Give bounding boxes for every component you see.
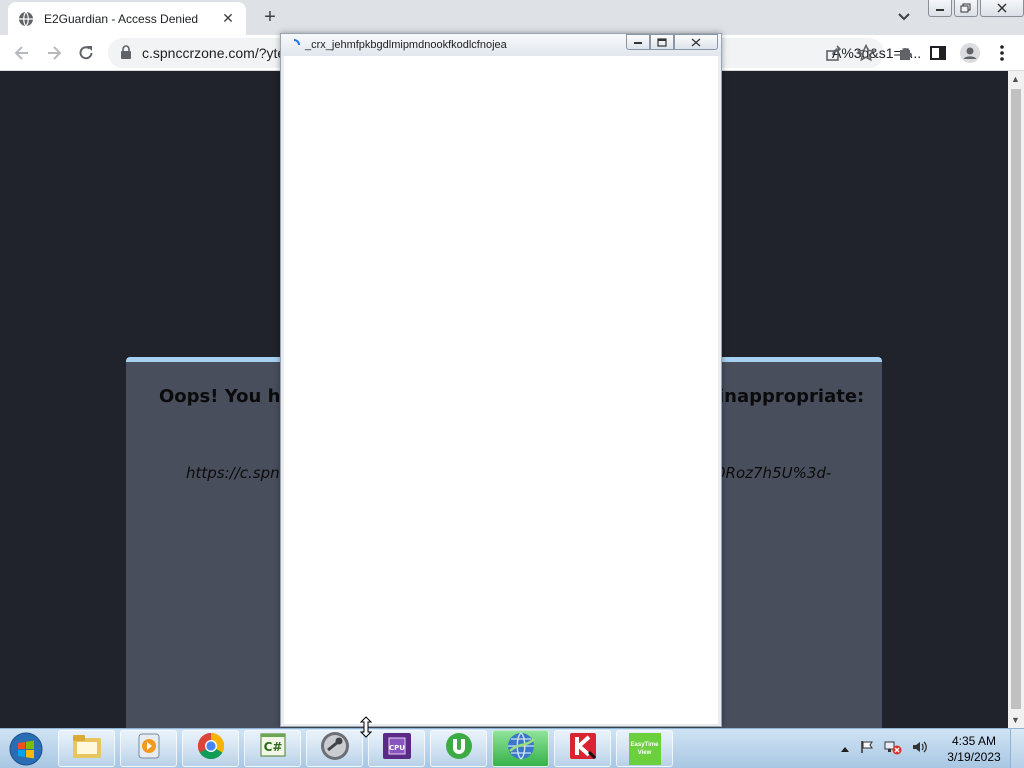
- taskbar-chrome-button[interactable]: [182, 730, 239, 767]
- bookmark-star-icon[interactable]: [854, 41, 878, 65]
- popup-titlebar[interactable]: _crx_jehmfpkbgdlmipmdnookfkodlcfnojea: [281, 34, 721, 56]
- chrome-menu-icon[interactable]: [990, 41, 1014, 65]
- taskbar-cpuz-button[interactable]: CPU: [368, 730, 425, 767]
- clock-time: 4:35 AM: [951, 734, 997, 748]
- browser-tab[interactable]: E2Guardian - Access Denied ✕: [8, 2, 246, 35]
- clock-date: 3/19/2023: [947, 750, 1001, 764]
- taskbar-easytime-button[interactable]: EasyTime View: [616, 730, 673, 767]
- taskbar-kaspersky-button[interactable]: [554, 730, 611, 767]
- action-center-flag-icon[interactable]: [859, 739, 875, 760]
- loading-spinner-icon: [288, 38, 300, 50]
- popup-blank-content: [284, 56, 718, 724]
- browser-close-button[interactable]: [980, 0, 1024, 17]
- blocked-url-right: 0Roz7h5U%3d-: [716, 464, 832, 482]
- globe-network-icon: [505, 730, 537, 767]
- browser-window-controls: [928, 0, 1024, 17]
- tab-close-icon[interactable]: ✕: [220, 10, 236, 27]
- new-tab-button[interactable]: +: [258, 6, 282, 30]
- scroll-down-arrow-icon[interactable]: ▼: [1011, 715, 1020, 725]
- cpu-z-icon: CPU: [381, 731, 413, 766]
- extensions-puzzle-icon[interactable]: [894, 41, 918, 65]
- tab-search-icon[interactable]: [894, 8, 914, 26]
- tab-title: E2Guardian - Access Denied: [44, 11, 199, 26]
- back-arrow-icon[interactable]: [10, 41, 34, 65]
- lock-icon[interactable]: [120, 45, 132, 64]
- popup-maximize-button[interactable]: [650, 34, 674, 50]
- browser-restore-button[interactable]: [954, 0, 978, 17]
- address-url-start: c.spnccrzone.com/?yte: [142, 45, 286, 61]
- side-panel-icon[interactable]: [926, 41, 950, 65]
- easytimeview-icon: EasyTime View: [628, 732, 661, 765]
- reload-icon[interactable]: [74, 41, 98, 65]
- popup-window-controls: [626, 34, 718, 50]
- resize-cursor-icon: [359, 716, 373, 738]
- extension-popup-window: _crx_jehmfpkbgdlmipmdnookfkodlcfnojea: [280, 33, 722, 727]
- globe-icon: [18, 11, 34, 27]
- browser-minimize-button[interactable]: [928, 0, 952, 17]
- scroll-up-arrow-icon[interactable]: ▲: [1011, 74, 1020, 84]
- svg-text:CPU: CPU: [389, 744, 405, 752]
- volume-speaker-icon[interactable]: [911, 739, 929, 760]
- popup-minimize-button[interactable]: [626, 34, 650, 50]
- network-error-icon[interactable]: [884, 739, 902, 760]
- chrome-icon: [196, 731, 226, 766]
- taskbar-steam-button[interactable]: [306, 730, 363, 767]
- kaspersky-icon: [567, 730, 599, 767]
- taskbar-media-center-button[interactable]: [120, 730, 177, 767]
- share-icon[interactable]: [822, 41, 846, 65]
- scroll-thumb[interactable]: [1011, 89, 1021, 709]
- notification-area: [840, 735, 929, 763]
- start-orb-icon[interactable]: [6, 731, 46, 767]
- show-hidden-icons-icon[interactable]: [840, 740, 850, 758]
- forward-arrow-icon[interactable]: [42, 41, 66, 65]
- taskbar-network-button[interactable]: [492, 730, 549, 767]
- tab-strip: E2Guardian - Access Denied ✕ +: [0, 0, 1024, 35]
- media-center-icon: [136, 732, 162, 765]
- svg-text:C#: C#: [263, 740, 282, 754]
- taskbar-utorrent-button[interactable]: [430, 730, 487, 767]
- taskbar-explorer-button[interactable]: [58, 730, 115, 767]
- steam-icon: [319, 730, 351, 767]
- page-scrollbar[interactable]: ▲ ▼: [1008, 71, 1024, 728]
- show-desktop-button[interactable]: [1010, 729, 1024, 768]
- profile-avatar-icon[interactable]: [958, 41, 982, 65]
- file-explorer-icon: [71, 732, 103, 765]
- taskbar-csharp-editor-button[interactable]: C#: [244, 730, 301, 767]
- windows-taskbar: C# CPU EasyTime View 4:35 AM 3/19/2023: [0, 728, 1024, 768]
- denied-heading-right: inappropriate:: [718, 386, 865, 407]
- popup-close-button[interactable]: [674, 34, 718, 50]
- utorrent-icon: [444, 731, 474, 766]
- popup-title: _crx_jehmfpkbgdlmipmdnookfkodlcfnojea: [305, 39, 507, 51]
- csharp-editor-icon: C#: [258, 732, 288, 765]
- blocked-url-left: https://c.spn: [186, 464, 280, 482]
- system-clock[interactable]: 4:35 AM 3/19/2023: [944, 733, 1004, 765]
